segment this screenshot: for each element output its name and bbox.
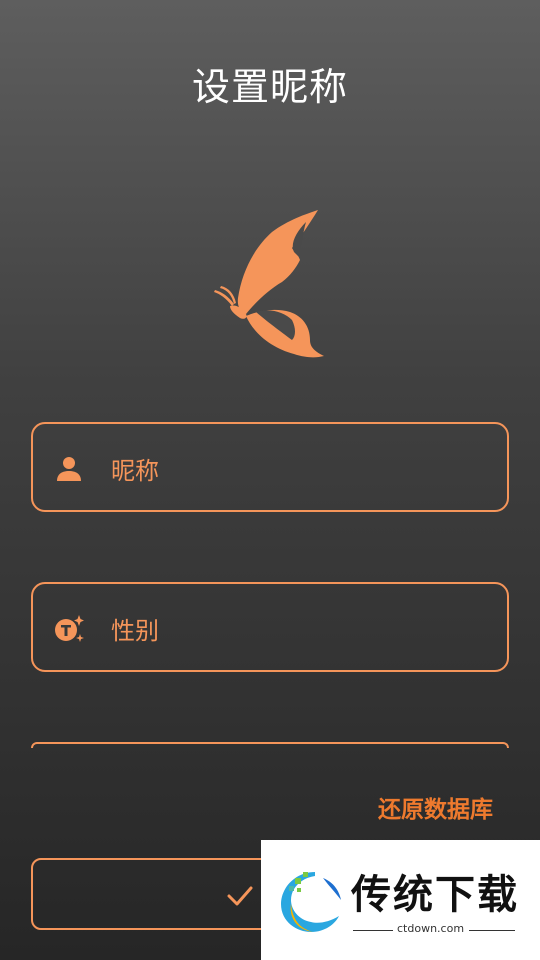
gender-sparkle-icon bbox=[55, 615, 84, 642]
check-icon bbox=[227, 886, 253, 906]
watermark-divider-right bbox=[469, 930, 515, 931]
ctdown-logo-icon bbox=[281, 872, 341, 932]
watermark-divider-left bbox=[353, 930, 393, 931]
watermark-overlay: 传统下载 ctdown.com bbox=[261, 840, 540, 960]
watermark-brand: 传统下载 bbox=[351, 872, 519, 918]
watermark-domain: ctdown.com bbox=[397, 922, 465, 935]
gender-placeholder: 性别 bbox=[111, 617, 159, 645]
nickname-field[interactable]: 昵称 bbox=[31, 422, 509, 512]
third-field-partial[interactable] bbox=[31, 742, 509, 748]
page-title: 设置昵称 bbox=[191, 65, 348, 109]
butterfly-logo-icon bbox=[214, 210, 324, 358]
gender-field[interactable]: 性别 bbox=[31, 582, 509, 672]
person-icon bbox=[57, 457, 81, 481]
restore-database-link[interactable]: 还原数据库 bbox=[378, 790, 493, 824]
nickname-placeholder: 昵称 bbox=[111, 457, 159, 485]
